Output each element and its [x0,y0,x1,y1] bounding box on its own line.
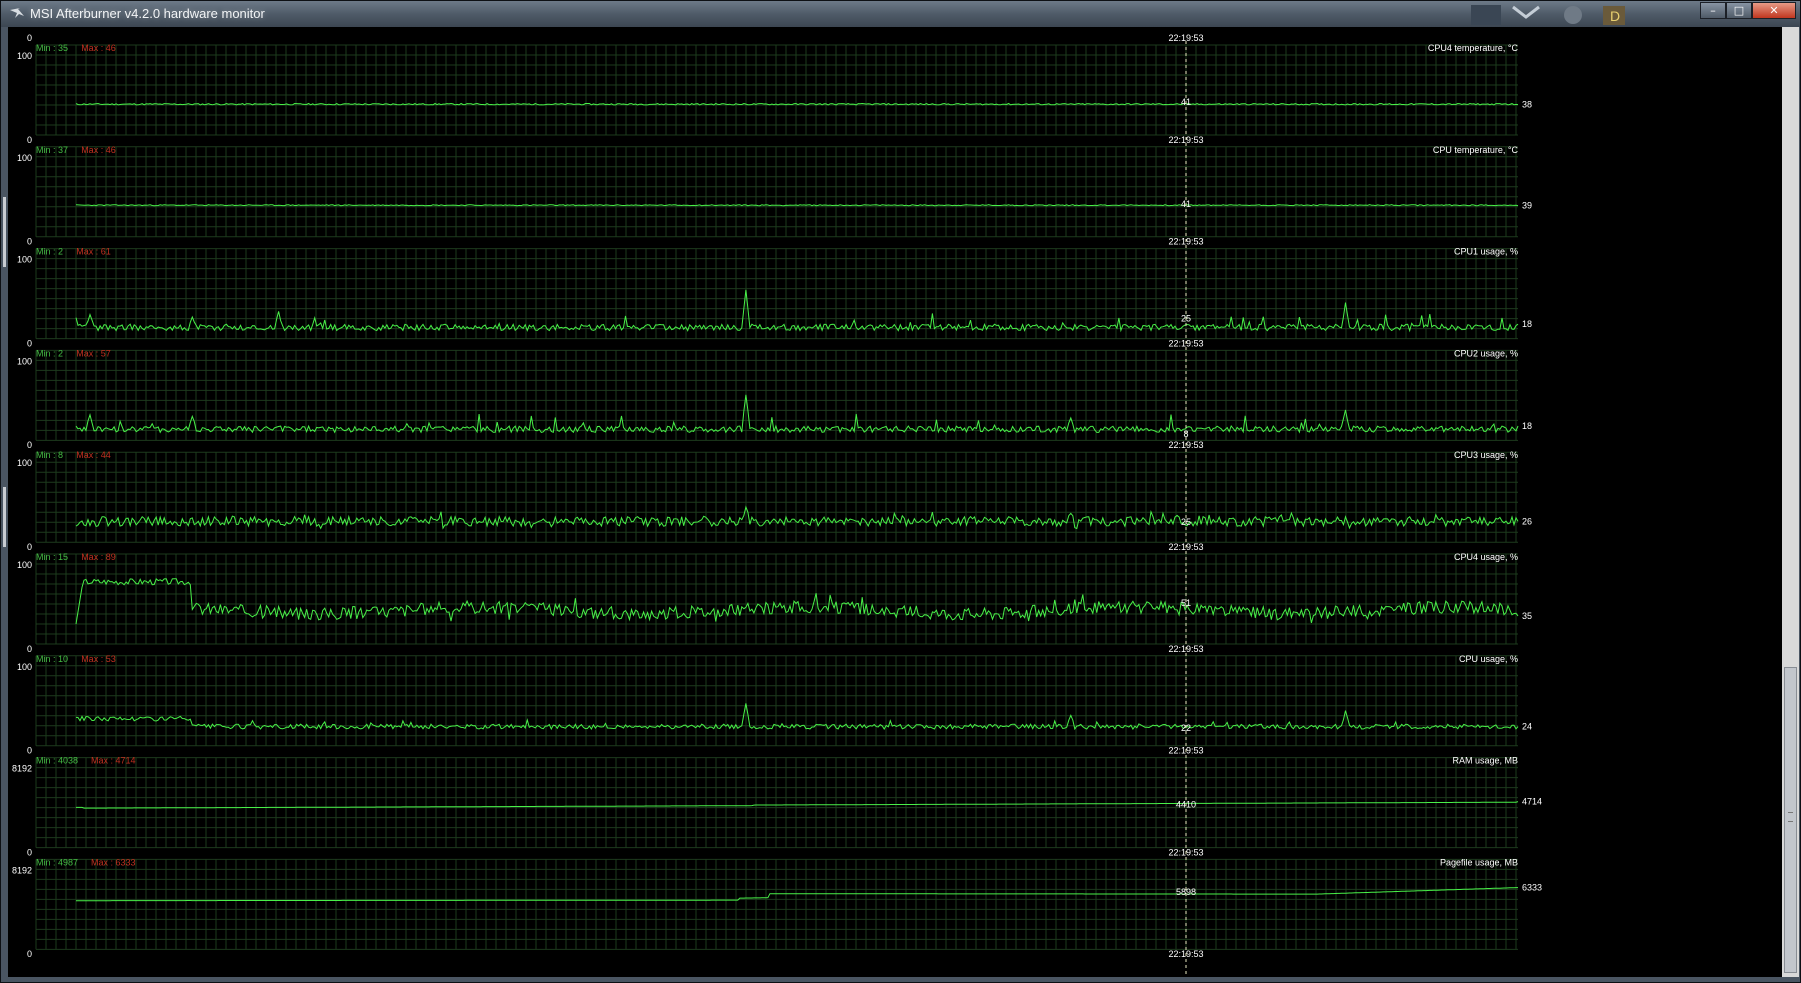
graph-name-label: Pagefile usage, MB [1440,857,1518,867]
min-value-label: Min : 8 [36,450,63,460]
current-value-label: 38 [1522,100,1532,110]
y-max-label: 8192 [12,865,32,875]
y-min-label-top: 0 [27,33,32,43]
graph-grid [35,349,1518,441]
svg-text:D: D [1610,8,1620,24]
left-frame-stripe [1,27,8,982]
y-min-label-top: 0 [27,338,32,348]
max-value-label: Max : 46 [81,145,116,155]
graph-8[interactable]: 0 8192 Min : 4987 Max : 6333 Pagefile usage,… [12,847,1542,950]
current-value-label: 18 [1522,421,1532,431]
min-value-label: Min : 37 [36,145,68,155]
y-max-label: 100 [17,255,32,265]
min-value-label: Min : 15 [36,552,68,562]
graph-4[interactable]: 0100Min : 8 Max : 44 CPU3 usage, %22:19:53… [17,440,1532,543]
y-min-label-bottom: 0 [27,949,32,959]
max-value-label: Max : 61 [76,247,111,257]
afterburner-app-icon [10,8,24,18]
y-min-label-top: 0 [27,847,32,857]
afterburner-window: MSI Afterburner v4.2.0 hardware monitor … [0,0,1801,983]
y-min-label-top: 0 [27,440,32,450]
max-value-label: Max : 4714 [91,756,136,766]
y-max-label: 100 [17,153,32,163]
current-value-label: 4714 [1522,797,1542,807]
graph-name-label: CPU4 temperature, °C [1428,43,1519,53]
graph-grid [35,146,1518,238]
y-max-label: 100 [17,560,32,570]
vertical-scrollbar[interactable] [1782,27,1799,977]
y-min-label-top: 0 [27,542,32,552]
graph-grid [35,44,1518,136]
current-value-label: 18 [1522,319,1532,329]
graph-grid [35,248,1518,340]
min-value-label: Min : 2 [36,247,63,257]
graph-trace [75,505,1519,530]
current-value-label: 24 [1522,722,1532,732]
desktop-icons-behind-titlebar: D [1471,5,1625,25]
title-bar[interactable]: MSI Afterburner v4.2.0 hardware monitor … [1,1,1800,27]
minimize-button[interactable]: – [1700,2,1726,19]
window-title: MSI Afterburner v4.2.0 hardware monitor [30,6,265,21]
graph-name-label: CPU3 usage, % [1454,450,1518,460]
graph-5[interactable]: 0100Min : 15 Max : 89 CPU4 usage, %22:19:5… [17,542,1532,645]
y-min-label-top: 0 [27,135,32,145]
close-button[interactable]: ✕ [1752,2,1796,19]
maximize-button[interactable]: □ [1726,2,1752,19]
current-value-label: 35 [1522,611,1532,621]
min-value-label: Min : 10 [36,654,68,664]
max-value-label: Max : 44 [76,450,111,460]
current-value-label: 26 [1522,516,1532,526]
max-value-label: Max : 53 [81,654,116,664]
min-value-label: Min : 4987 [36,857,78,867]
max-value-label: Max : 57 [76,348,111,358]
graphs-canvas[interactable]: 0 100 Min : 35 Max : 46 CPU4 temperature, °C… [8,27,1782,977]
scrollbar-grip-icon [1788,812,1793,822]
graph-name-label: RAM usage, MB [1452,756,1518,766]
graph-grid [35,858,1518,950]
min-value-label: Min : 4038 [36,756,78,766]
graph-7[interactable]: 08192Min : 4038 Max : 4714 RAM usage, MB22… [12,746,1542,849]
graph-trace [75,204,1519,207]
y-max-label: 100 [17,51,32,61]
min-value-label: Min : 2 [36,348,63,358]
monitor-graph-area[interactable]: 0 100 Min : 35 Max : 46 CPU4 temperature, °C… [8,27,1782,977]
scrollbar-thumb[interactable] [1784,667,1797,973]
graph-6[interactable]: 0100Min : 10 Max : 53 CPU usage, %22:19:53… [17,644,1532,747]
window-controls: – □ ✕ [1700,2,1796,21]
y-min-label-top: 0 [27,237,32,247]
graph-name-label: CPU temperature, °C [1433,145,1519,155]
y-max-label: 8192 [12,764,32,774]
graph-name-label: CPU2 usage, % [1454,348,1518,358]
graph-grid [35,655,1518,747]
y-max-label: 100 [17,458,32,468]
graph-grid [35,451,1518,543]
max-value-label: Max : 6333 [91,857,136,867]
min-value-label: Min : 35 [36,43,68,53]
graph-0[interactable]: 0 100 Min : 35 Max : 46 CPU4 temperature, °C… [17,33,1532,136]
graph-grid [35,553,1518,645]
y-min-label-top: 0 [27,644,32,654]
graph-3[interactable]: 0100Min : 2 Max : 57 CPU2 usage, %22:19:53… [17,338,1532,441]
y-min-label-top: 0 [27,746,32,756]
y-max-label: 100 [17,356,32,366]
current-value-label: 39 [1522,201,1532,211]
graph-trace [75,289,1519,333]
graph-name-label: CPU4 usage, % [1454,552,1518,562]
graph-2[interactable]: 0100Min : 2 Max : 61 CPU1 usage, %22:19:53… [17,237,1532,340]
max-value-label: Max : 89 [81,552,116,562]
graph-1[interactable]: 0100Min : 37 Max : 46 CPU temperature, °C2… [17,135,1532,238]
graph-trace [75,578,1519,625]
current-value-label: 6333 [1522,883,1542,893]
graph-name-label: CPU usage, % [1459,654,1518,664]
graph-name-label: CPU1 usage, % [1454,247,1518,257]
max-value-label: Max : 46 [81,43,116,53]
y-max-label: 100 [17,662,32,672]
